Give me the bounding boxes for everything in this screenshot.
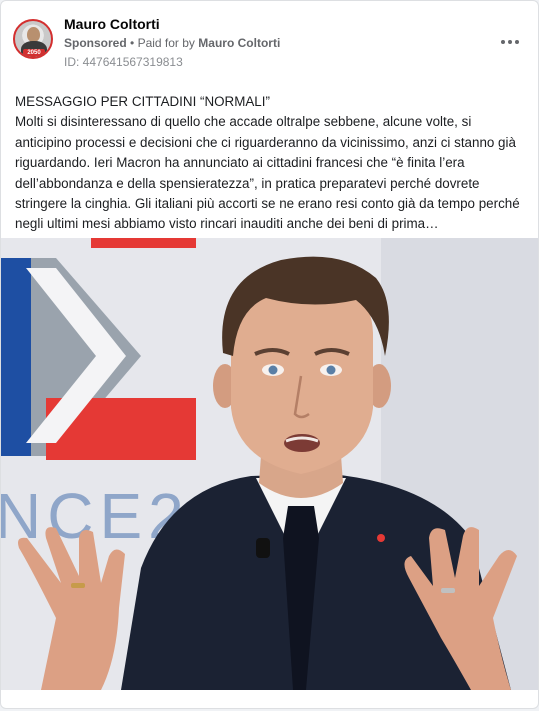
- more-horizontal-icon: [501, 40, 505, 44]
- post-body-text: Molti si disinteressano di quello che ac…: [15, 114, 520, 232]
- post-headline: MESSAGGIO PER CITTADINI “NORMALI”: [15, 94, 270, 109]
- sponsored-label: Sponsored: [64, 36, 127, 50]
- avatar-badge: 2050: [23, 49, 45, 57]
- post-header: 2050 Mauro Coltorti Sponsored • Paid for…: [13, 13, 526, 73]
- paid-for-name-link[interactable]: Mauro Coltorti: [198, 36, 280, 50]
- page-name-link[interactable]: Mauro Coltorti: [64, 16, 160, 32]
- post-image[interactable]: NCE22: [1, 238, 538, 690]
- backdrop-red-bar-top: [91, 238, 196, 248]
- post-message: MESSAGGIO PER CITTADINI “NORMALI” Molti …: [15, 92, 527, 235]
- ad-id: ID: 447641567319813: [64, 55, 183, 69]
- page-avatar[interactable]: 2050: [13, 19, 53, 59]
- avatar-head: [27, 27, 40, 42]
- paid-for-prefix: Paid for by: [137, 36, 195, 50]
- backdrop-blue-shape: [1, 258, 31, 358]
- post-photo: NCE22: [1, 238, 538, 690]
- meta-separator: •: [130, 36, 138, 50]
- more-options-button[interactable]: [498, 33, 522, 49]
- ad-meta: Sponsored • Paid for by Mauro Coltorti: [64, 36, 280, 50]
- sponsored-post-card: 2050 Mauro Coltorti Sponsored • Paid for…: [0, 0, 539, 709]
